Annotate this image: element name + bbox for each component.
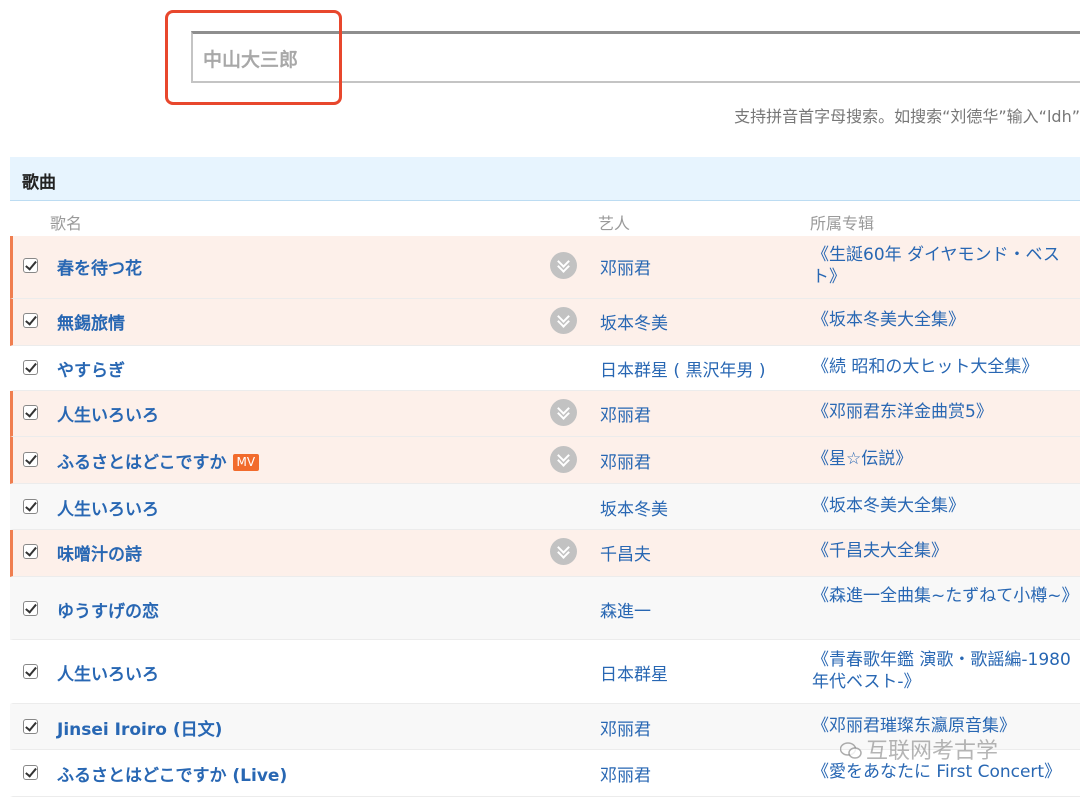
row-checkbox[interactable] — [23, 544, 38, 559]
row-checkbox[interactable] — [23, 313, 38, 328]
row-checkbox[interactable] — [23, 452, 38, 467]
album-link[interactable]: 《続 昭和の大ヒット大全集》 — [812, 356, 1077, 378]
section-title: 歌曲 — [22, 173, 56, 193]
search-input[interactable] — [203, 34, 903, 82]
row-checkbox[interactable] — [23, 765, 38, 780]
song-title-link[interactable]: ふるさとはどこですか (Live) — [57, 761, 287, 786]
artist-link[interactable]: 邓丽君 — [600, 761, 651, 786]
album-link[interactable]: 《千昌夫大全集》 — [812, 540, 1077, 562]
artist-link[interactable]: 邓丽君 — [600, 401, 651, 426]
song-title-link[interactable]: 人生いろいろ — [57, 495, 159, 520]
artist-link[interactable]: 邓丽君 — [600, 254, 651, 279]
row-checkbox[interactable] — [23, 664, 38, 679]
song-title-text: 味噌汁の詩 — [57, 545, 142, 565]
table-row[interactable]: 無錫旅情 坂本冬美 《坂本冬美大全集》 — [10, 299, 1080, 346]
song-title-link[interactable]: 無錫旅情 — [57, 309, 125, 334]
mv-badge[interactable]: MV — [232, 454, 260, 471]
song-title-text: 人生いろいろ — [57, 500, 159, 520]
song-title-text: Jinsei Iroiro (日文) — [57, 720, 223, 740]
row-checkbox[interactable] — [23, 258, 38, 273]
song-title-link[interactable]: Jinsei Iroiro (日文) — [57, 715, 222, 740]
song-title-text: ふるさとはどこですか (Live) — [57, 766, 288, 786]
album-link[interactable]: 《生誕60年 ダイヤモンド・ベスト》 — [812, 244, 1077, 288]
album-link[interactable]: 《青春歌年鑑 演歌・歌謡編-1980年代ベスト-》 — [812, 649, 1077, 693]
table-row[interactable]: 味噌汁の詩 千昌夫 《千昌夫大全集》 — [10, 530, 1080, 577]
chevron-down-icon[interactable] — [550, 307, 577, 334]
chevron-down-icon[interactable] — [550, 252, 577, 279]
song-title-text: やすらぎ — [57, 361, 125, 381]
column-header-artist[interactable]: 艺人 — [598, 210, 630, 234]
chevron-down-icon[interactable] — [550, 538, 577, 565]
music-search-page: 支持拼音首字母搜索。如搜索“刘德华”输入“ldh” 歌曲 歌名 艺人 所属专辑 … — [0, 0, 1080, 797]
row-checkbox[interactable] — [23, 719, 38, 734]
search-box[interactable] — [191, 31, 1080, 83]
song-title-text: ふるさとはどこですか — [57, 453, 227, 473]
row-checkbox[interactable] — [23, 405, 38, 420]
song-title-text: ゆうすげの恋 — [57, 602, 159, 622]
album-link[interactable]: 《星☆伝説》 — [812, 448, 1077, 470]
artist-link[interactable]: 邓丽君 — [600, 448, 651, 473]
artist-link[interactable]: 邓丽君 — [600, 715, 651, 740]
watermark: 互联网考古学 — [840, 733, 998, 765]
table-row[interactable]: やすらぎ 日本群星 ( 黒沢年男 ) 《続 昭和の大ヒット大全集》 — [10, 346, 1080, 391]
song-title-link[interactable]: ゆうすげの恋 — [57, 597, 159, 622]
wechat-icon — [840, 742, 862, 759]
album-link[interactable]: 《坂本冬美大全集》 — [812, 309, 1077, 331]
table-row[interactable]: 春を待つ花 邓丽君 《生誕60年 ダイヤモンド・ベスト》 — [10, 236, 1080, 299]
song-title-link[interactable]: 人生いろいろ — [57, 401, 159, 426]
artist-link[interactable]: 森進一 — [600, 597, 651, 622]
artist-link[interactable]: 千昌夫 — [600, 540, 651, 565]
row-checkbox[interactable] — [23, 360, 38, 375]
table-row[interactable]: ゆうすげの恋 森進一 《森進一全曲集~たずねて小樽~》 — [10, 577, 1080, 640]
song-title-link[interactable]: ふるさとはどこですか MV — [57, 448, 260, 473]
song-title-link[interactable]: 春を待つ花 — [57, 254, 142, 279]
album-link[interactable]: 《坂本冬美大全集》 — [812, 495, 1077, 517]
row-checkbox[interactable] — [23, 601, 38, 616]
song-title-text: 人生いろいろ — [57, 665, 159, 685]
table-row[interactable]: 人生いろいろ 日本群星 《青春歌年鑑 演歌・歌謡編-1980年代ベスト-》 — [10, 640, 1080, 704]
song-title-text: 春を待つ花 — [57, 259, 142, 279]
song-title-link[interactable]: 味噌汁の詩 — [57, 540, 142, 565]
row-checkbox[interactable] — [23, 499, 38, 514]
column-header-album[interactable]: 所属专辑 — [810, 210, 874, 234]
table-row[interactable]: 人生いろいろ 坂本冬美 《坂本冬美大全集》 — [10, 484, 1080, 530]
table-row[interactable]: ふるさとはどこですか MV 邓丽君 《星☆伝説》 — [10, 437, 1080, 484]
song-title-text: 無錫旅情 — [57, 314, 125, 334]
song-title-text: 人生いろいろ — [57, 406, 159, 426]
column-header-song[interactable]: 歌名 — [50, 210, 82, 234]
artist-link[interactable]: 日本群星 ( 黒沢年男 ) — [600, 356, 765, 381]
song-title-link[interactable]: やすらぎ — [57, 356, 125, 381]
artist-link[interactable]: 坂本冬美 — [600, 495, 668, 520]
song-title-link[interactable]: 人生いろいろ — [57, 660, 159, 685]
artist-link[interactable]: 日本群星 — [600, 660, 668, 685]
artist-link[interactable]: 坂本冬美 — [600, 309, 668, 334]
songs-section-header: 歌曲 — [10, 157, 1080, 201]
table-row[interactable]: 人生いろいろ 邓丽君 《邓丽君东洋金曲赏5》 — [10, 391, 1080, 437]
chevron-down-icon[interactable] — [550, 446, 577, 473]
album-link[interactable]: 《森進一全曲集~たずねて小樽~》 — [812, 585, 1079, 607]
search-hint: 支持拼音首字母搜索。如搜索“刘德华”输入“ldh” — [734, 107, 1080, 126]
watermark-text: 互联网考古学 — [866, 739, 999, 764]
album-link[interactable]: 《邓丽君东洋金曲赏5》 — [812, 401, 1077, 423]
chevron-down-icon[interactable] — [550, 399, 577, 426]
